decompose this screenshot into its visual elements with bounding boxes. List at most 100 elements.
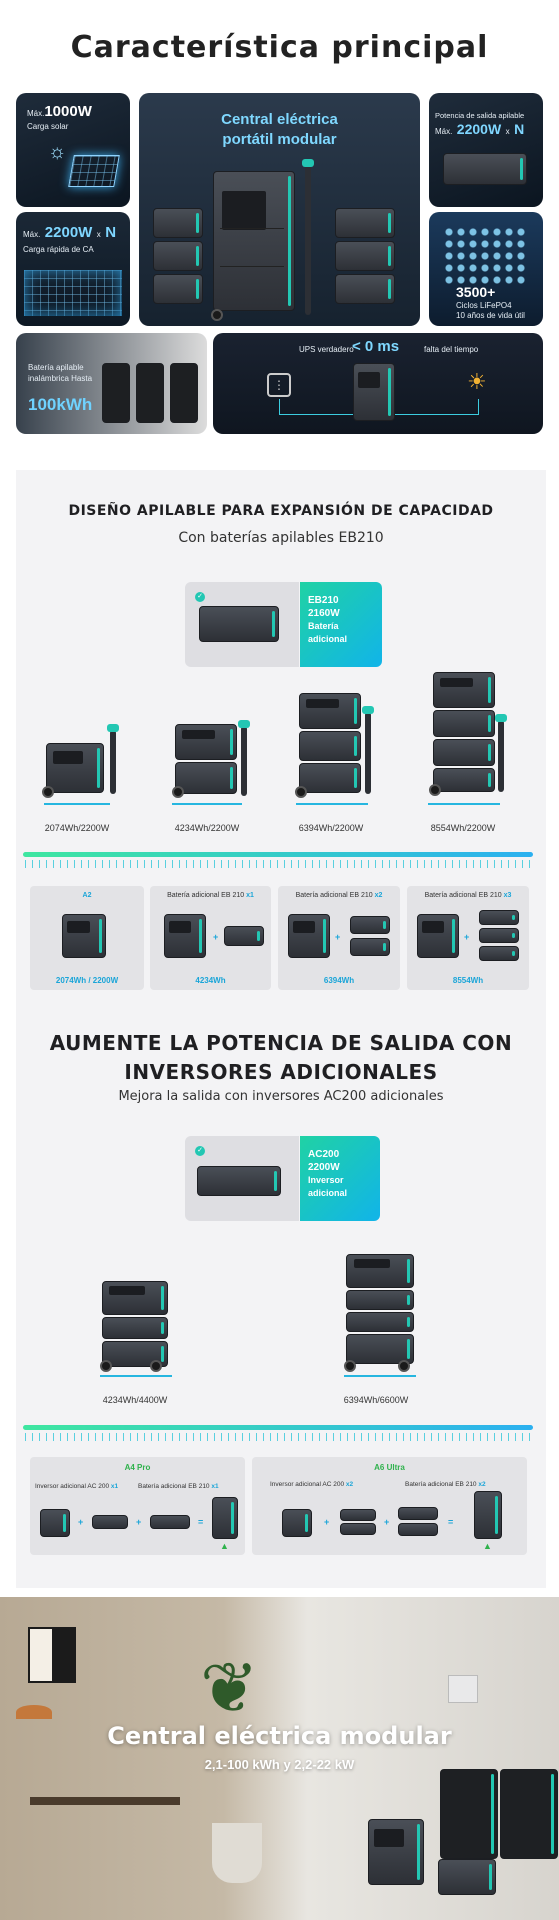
spec-underline: [428, 803, 500, 805]
combo-unit: [40, 1509, 70, 1537]
wheel: [398, 1360, 410, 1372]
combo-card-eb3: Batería adicional EB 210 x3 + 8554Wh: [407, 886, 529, 990]
cell-array-graphic: [443, 226, 529, 284]
combo-value: 6394Wh: [323, 976, 355, 985]
stack-output-value: 2200W: [456, 121, 502, 137]
wheel: [295, 786, 307, 798]
battery-module: [153, 241, 203, 271]
lifestyle-photo: ❦ Central eléctrica modular 2,1-100 kWh …: [0, 1597, 559, 1920]
stack-output-prefix: Máx.: [435, 127, 453, 136]
addon-type2: adicional: [308, 1188, 348, 1198]
spec-label: 2074Wh/2200W: [44, 823, 110, 833]
battery-value: 100kWh: [28, 395, 93, 414]
unit-a4-pro: [102, 1281, 168, 1315]
outlet-icon: ⋮: [267, 373, 291, 397]
solar-prefix: Máx.: [27, 109, 45, 118]
addon-power: 2160W: [308, 608, 340, 619]
unit-a2-eb1: [175, 724, 237, 760]
addon-eb210-card: ✓ EB210 2160W Batería adicional: [185, 582, 382, 667]
combo-title: A6 Ultra: [374, 1463, 405, 1472]
spec-underline: [296, 803, 368, 805]
cycles-sub: 10 años de vida útil: [456, 311, 525, 320]
plus-icon: +: [136, 1517, 142, 1527]
solar-value: 1000W: [44, 103, 92, 120]
battery-module: [335, 274, 395, 304]
equals-icon: =: [198, 1517, 204, 1527]
wheel: [211, 309, 223, 321]
combo-battery: [150, 1515, 190, 1529]
combo-unit: [62, 914, 106, 958]
check-icon: ✓: [195, 1146, 205, 1156]
unit-a2-eb2: [299, 763, 361, 793]
ac-x: x: [96, 230, 101, 239]
photo-title: Central eléctrica modular: [107, 1722, 452, 1750]
wheel: [172, 786, 184, 798]
plus-icon: +: [384, 1517, 390, 1527]
stack-section-subtitle: Con baterías apilables EB210: [178, 530, 384, 546]
ac-n: N: [105, 224, 117, 241]
inverter-section-title-line2: INVERSORES ADICIONALES: [124, 1060, 438, 1084]
combo-result: [474, 1491, 502, 1539]
wheel: [150, 1360, 162, 1372]
unit-a6-ultra: [346, 1290, 414, 1310]
cycles-value: 3500+: [456, 284, 496, 300]
combo-multiplier: x2: [345, 1481, 354, 1488]
combo-unit: [288, 914, 330, 958]
combo-multiplier: x2: [374, 892, 383, 899]
plant-icon: ❦: [200, 1649, 259, 1727]
combo-battery: [224, 926, 264, 946]
arrow-up-icon: ▲: [220, 1541, 229, 1551]
battery-module: [170, 363, 198, 423]
combo-multiplier: x2: [478, 1481, 486, 1488]
combo-unit: [417, 914, 459, 958]
unit-a6-ultra: [346, 1312, 414, 1332]
ac200-inverter: [197, 1166, 281, 1196]
plus-icon: +: [335, 932, 341, 942]
trolley-handle: [107, 724, 119, 794]
unit-a4-pro: [102, 1317, 168, 1339]
combo-value: 2074Wh / 2200W: [55, 976, 119, 985]
inverter-section-subtitle: Mejora la salida con inversores AC200 ad…: [118, 1089, 444, 1104]
combo-card-eb2: Batería adicional EB 210 x2 + 6394Wh: [278, 886, 400, 990]
combo-battery: [350, 938, 390, 956]
combo-unit: [282, 1509, 312, 1537]
inverter-module: [443, 153, 527, 185]
wheel: [100, 1360, 112, 1372]
combo-inverter: [340, 1523, 376, 1535]
unit-a6-ultra: [346, 1254, 414, 1288]
product-page: Característica principal Máx.1000W Carga…: [0, 0, 559, 1920]
page-title: Característica principal: [70, 30, 489, 65]
trolley-handle: [362, 706, 374, 794]
arrow-up-icon: ▲: [483, 1541, 492, 1551]
solar-panel-icon: [68, 155, 120, 187]
combo-battery: [350, 916, 390, 934]
addon-model: AC200: [308, 1149, 340, 1160]
combo-multiplier: x1: [246, 892, 254, 899]
trolley-handle: [238, 720, 250, 796]
ups-note: falta del tiempo: [424, 345, 479, 354]
combo-battery: [398, 1523, 438, 1536]
wheel: [42, 786, 54, 798]
unit-a2-eb3: [433, 710, 495, 737]
battery-module: [153, 274, 203, 304]
inverter-section-title-line1: AUMENTE LA POTENCIA DE SALIDA CON: [49, 1031, 513, 1055]
combo-unit: [164, 914, 206, 958]
combo-label: Batería adicional EB 210: [405, 1481, 477, 1488]
trolley-handle: [302, 159, 314, 315]
addon-model: EB210: [308, 595, 339, 606]
plus-icon: +: [464, 932, 470, 942]
cycles-label: Ciclos LiFePO4: [456, 301, 512, 310]
unit-a2-eb2: [299, 731, 361, 761]
unit-a2-eb1: [175, 762, 237, 794]
combo-card-a6-ultra: A6 Ultra Inversor adicional AC 200 x2 Ba…: [252, 1457, 527, 1555]
capacity-bar: [23, 852, 533, 857]
stack-output-x: x: [505, 127, 510, 136]
plant-pot: [212, 1823, 262, 1883]
ac-label: Carga rápida de CA: [23, 245, 94, 254]
battery-module: [102, 363, 130, 423]
combo-label: Batería adicional EB 210: [424, 892, 502, 899]
combo-result: [212, 1497, 238, 1539]
spec-label: 4234Wh/4400W: [102, 1395, 168, 1405]
spec-underline: [172, 803, 242, 805]
ac-prefix: Máx.: [23, 230, 41, 239]
